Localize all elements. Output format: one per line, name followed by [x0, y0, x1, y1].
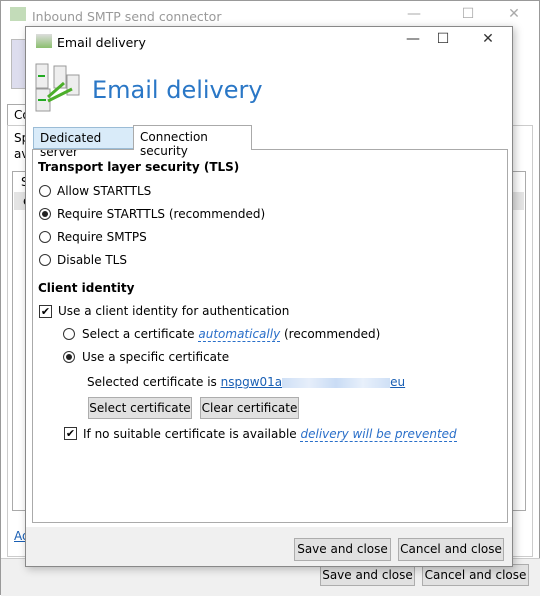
- back-save-button[interactable]: Save and close: [320, 564, 415, 586]
- email-delivery-small-icon: [36, 34, 52, 48]
- tab-connection-security[interactable]: Connection security: [133, 125, 252, 158]
- use-identity-checkbox[interactable]: ✔: [39, 305, 52, 318]
- delivery-prevented-link[interactable]: delivery will be prevented: [300, 427, 457, 442]
- selected-certificate: Selected certificate is nspgw01a eu: [87, 375, 406, 389]
- minimize-button[interactable]: —: [399, 6, 429, 22]
- close-button[interactable]: ✕: [473, 31, 503, 47]
- radio-label: Require STARTTLS (recommended): [57, 207, 266, 221]
- tab-panel: Transport layer security (TLS) Allow STA…: [32, 149, 508, 523]
- radio-auto-certificate[interactable]: [63, 328, 75, 340]
- radio-require-smtps[interactable]: [39, 231, 51, 243]
- radio-label: Select a certificate automatically (reco…: [82, 327, 381, 342]
- email-delivery-dialog: Email delivery — ☐ ✕ Email delivery Dedi…: [25, 26, 513, 567]
- dialog-title: Email delivery: [57, 35, 146, 50]
- close-button[interactable]: ✕: [499, 6, 529, 22]
- radio-disable-tls[interactable]: [39, 254, 51, 266]
- save-button[interactable]: Save and close: [294, 538, 391, 561]
- tab-dedicated-server[interactable]: Dedicated server: [33, 127, 134, 159]
- select-certificate-button[interactable]: Select certificate: [88, 397, 192, 419]
- dialog-header: Email delivery: [92, 76, 263, 104]
- redacted: [282, 377, 391, 388]
- checkbox-label: If no suitable certificate is available …: [83, 427, 457, 442]
- tls-heading: Transport layer security (TLS): [38, 160, 240, 174]
- email-delivery-servers-icon: [35, 63, 80, 112]
- automatically-link[interactable]: automatically: [198, 327, 281, 342]
- back-window-title: Inbound SMTP send connector: [32, 9, 222, 24]
- checkbox-label: Use a client identity for authentication: [58, 304, 290, 318]
- radio-label: Allow STARTTLS: [57, 184, 152, 198]
- clear-certificate-button[interactable]: Clear certificate: [200, 397, 299, 419]
- minimize-button[interactable]: —: [398, 31, 428, 47]
- back-cancel-button[interactable]: Cancel and close: [422, 564, 529, 586]
- radio-require-starttls[interactable]: [39, 208, 51, 220]
- fallback-checkbox[interactable]: ✔: [64, 427, 77, 440]
- client-identity-heading: Client identity: [38, 281, 135, 295]
- certificate-link[interactable]: nspgw01a eu: [221, 375, 406, 389]
- maximize-button[interactable]: ☐: [453, 6, 483, 22]
- radio-label: Require SMTPS: [57, 230, 147, 244]
- radio-label: Disable TLS: [57, 253, 127, 267]
- maximize-button[interactable]: ☐: [428, 31, 458, 47]
- cancel-button[interactable]: Cancel and close: [398, 538, 504, 561]
- radio-allow-starttls[interactable]: [39, 185, 51, 197]
- radio-specific-certificate[interactable]: [63, 351, 75, 363]
- connector-icon: [10, 7, 26, 21]
- radio-label: Use a specific certificate: [82, 350, 230, 364]
